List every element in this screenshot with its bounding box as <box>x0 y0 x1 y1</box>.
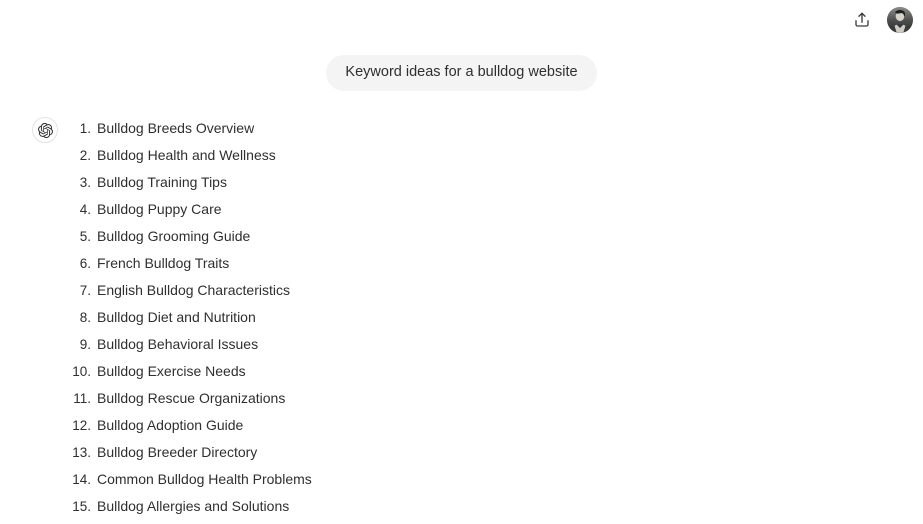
list-item-number: 15. <box>72 499 91 514</box>
list-item-label: Bulldog Adoption Guide <box>97 417 244 433</box>
share-upload-icon <box>853 11 871 29</box>
list-item[interactable]: 7. English Bulldog Characteristics <box>72 277 312 304</box>
user-message-row: Keyword ideas for a bulldog website <box>0 55 923 91</box>
list-item[interactable]: 10. Bulldog Exercise Needs <box>72 358 312 385</box>
list-item-label: French Bulldog Traits <box>97 255 230 271</box>
avatar[interactable] <box>887 7 913 33</box>
list-item[interactable]: 2. Bulldog Health and Wellness <box>72 142 312 169</box>
top-bar <box>0 0 923 40</box>
list-item-number: 5. <box>79 229 91 244</box>
openai-logo-icon <box>37 122 53 138</box>
list-item-number: 6. <box>79 256 91 271</box>
list-item-label: Bulldog Diet and Nutrition <box>97 309 256 325</box>
list-item-label: Bulldog Rescue Organizations <box>97 390 286 406</box>
list-item-label: Bulldog Behavioral Issues <box>97 336 259 352</box>
list-item-label: Bulldog Breeder Directory <box>97 444 258 460</box>
list-item-number: 7. <box>79 283 91 298</box>
list-item-number: 3. <box>79 175 91 190</box>
list-item-label: Bulldog Health and Wellness <box>97 147 276 163</box>
list-item-label: Bulldog Grooming Guide <box>97 228 251 244</box>
list-item-number: 1. <box>79 121 91 136</box>
list-item-number: 2. <box>79 148 91 163</box>
list-item-label: Bulldog Training Tips <box>97 174 227 190</box>
list-item-label: Bulldog Exercise Needs <box>97 363 246 379</box>
list-item[interactable]: 6. French Bulldog Traits <box>72 250 312 277</box>
list-item[interactable]: 9. Bulldog Behavioral Issues <box>72 331 312 358</box>
list-item-number: 12. <box>72 418 91 433</box>
list-item[interactable]: 13. Bulldog Breeder Directory <box>72 439 312 466</box>
list-item[interactable]: 3. Bulldog Training Tips <box>72 169 312 196</box>
list-item-number: 10. <box>72 364 91 379</box>
list-item-label: Bulldog Puppy Care <box>97 201 222 217</box>
list-item[interactable]: 4. Bulldog Puppy Care <box>72 196 312 223</box>
list-item[interactable]: 8. Bulldog Diet and Nutrition <box>72 304 312 331</box>
list-item-number: 4. <box>79 202 91 217</box>
keyword-ideas-list: 1. Bulldog Breeds Overview 2. Bulldog He… <box>72 115 312 520</box>
list-item[interactable]: 15. Bulldog Allergies and Solutions <box>72 493 312 520</box>
list-item[interactable]: 5. Bulldog Grooming Guide <box>72 223 312 250</box>
list-item-label: Common Bulldog Health Problems <box>97 471 312 487</box>
top-bar-actions <box>849 7 913 33</box>
list-item-number: 14. <box>72 472 91 487</box>
list-item-label: Bulldog Breeds Overview <box>97 120 255 136</box>
user-avatar-photo <box>887 7 913 33</box>
list-item-number: 8. <box>79 310 91 325</box>
list-item[interactable]: 11. Bulldog Rescue Organizations <box>72 385 312 412</box>
list-item-label: Bulldog Allergies and Solutions <box>97 498 290 514</box>
list-item-label: English Bulldog Characteristics <box>97 282 290 298</box>
list-item-number: 13. <box>72 445 91 460</box>
user-message-bubble[interactable]: Keyword ideas for a bulldog website <box>326 55 597 91</box>
conversation-panel: Keyword ideas for a bulldog website 1. B… <box>0 40 923 524</box>
list-item[interactable]: 1. Bulldog Breeds Overview <box>72 115 312 142</box>
share-button[interactable] <box>849 7 875 33</box>
list-item[interactable]: 12. Bulldog Adoption Guide <box>72 412 312 439</box>
list-item[interactable]: 14. Common Bulldog Health Problems <box>72 466 312 493</box>
list-item-number: 11. <box>73 391 91 406</box>
list-item-number: 9. <box>79 337 91 352</box>
assistant-avatar <box>32 117 58 143</box>
